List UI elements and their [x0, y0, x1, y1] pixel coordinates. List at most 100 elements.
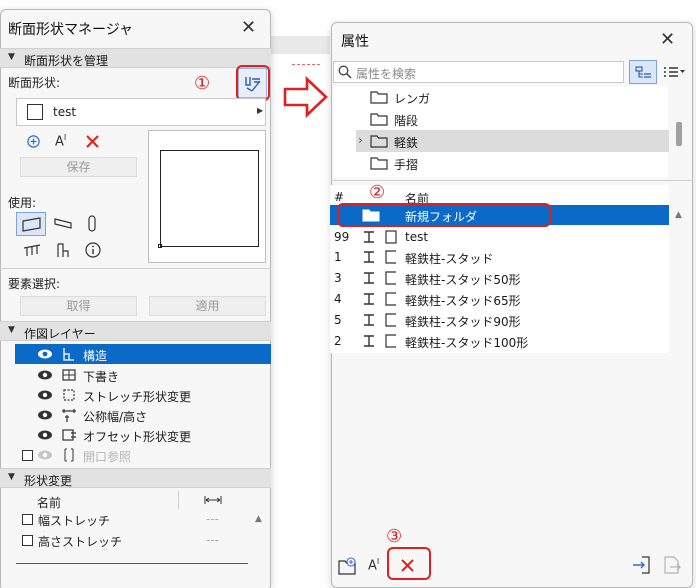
profile-swatch	[27, 104, 43, 120]
folder-row-light-steel[interactable]: › 軽鉄	[356, 130, 669, 152]
column-divider	[178, 491, 179, 509]
folder-row-handrail[interactable]: 手摺	[356, 152, 669, 174]
folder-label: レンガ	[394, 92, 431, 106]
attribute-search-input[interactable]: 属性を検索	[333, 61, 624, 83]
beam-icon[interactable]	[53, 216, 73, 231]
eye-icon[interactable]	[37, 448, 53, 462]
chevron-right-icon[interactable]: ›	[358, 133, 363, 147]
modify-row-value: ---	[206, 533, 219, 547]
attribute-name: test	[405, 230, 429, 244]
attribute-name: 軽鉄柱-スタッド90形	[405, 315, 521, 329]
folder-icon	[370, 91, 388, 104]
use-wall-button[interactable]	[16, 212, 46, 236]
attributes-title: 属性	[341, 34, 369, 50]
folder-label: 階段	[394, 114, 419, 128]
column-beam-icon	[364, 335, 374, 347]
modify-checkbox[interactable]	[22, 535, 33, 546]
collapse-triangle-icon: ▼	[8, 52, 15, 62]
folder-scrollbar[interactable]	[676, 122, 682, 146]
layer-row-draft[interactable]: 下書き	[15, 365, 271, 385]
attribute-row[interactable]: 3 軽鉄柱-スタッド50形	[330, 268, 669, 288]
layer-label: 下書き	[83, 370, 120, 384]
scroll-up-icon[interactable]: ▲	[675, 210, 682, 220]
manage-section-header[interactable]: ▼ 断面形状を管理	[0, 48, 271, 68]
layer-row-opening[interactable]: 開口参照	[15, 445, 271, 465]
new-folder-icon[interactable]	[338, 557, 358, 575]
scroll-up-icon[interactable]: ▲	[255, 514, 262, 524]
column-beam-icon	[364, 272, 374, 284]
step-marker-2: ②	[369, 182, 386, 203]
rename-icon[interactable]: AI	[368, 557, 379, 573]
column-beam-icon	[364, 251, 374, 263]
layer-checkbox[interactable]	[22, 450, 33, 461]
search-icon	[338, 65, 352, 79]
section-manager-title: 断面形状マネージャ	[8, 22, 134, 38]
get-button[interactable]: 取得	[20, 296, 137, 316]
import-icon[interactable]	[632, 555, 652, 575]
modify-list-bottom-line	[16, 563, 248, 564]
object-icon[interactable]	[55, 242, 71, 258]
folder-row-stairs[interactable]: 階段	[356, 108, 669, 130]
attribute-number: 5	[334, 313, 342, 327]
nominal-layer-icon	[62, 409, 76, 422]
opening-layer-icon	[64, 448, 74, 462]
folder-label: 軽鉄	[394, 136, 419, 150]
attribute-row[interactable]: 2 軽鉄柱-スタッド100形	[330, 331, 669, 351]
modify-section-header[interactable]: ▼ 形状変更	[0, 468, 271, 488]
folder-view-button[interactable]	[629, 60, 657, 84]
profile-select[interactable]: test ▶	[16, 98, 266, 126]
eye-icon[interactable]	[37, 388, 53, 402]
export-icon[interactable]	[663, 555, 681, 575]
modify-row-label: 高さストレッチ	[38, 535, 123, 549]
eye-icon[interactable]	[37, 368, 53, 382]
attribute-row[interactable]: 4 軽鉄柱-スタッド65形	[330, 289, 669, 309]
highlight-box-2	[337, 203, 551, 227]
layer-row-structure[interactable]: 構造	[15, 344, 271, 364]
arrow-right-icon	[283, 76, 328, 118]
profile-value: test	[53, 105, 77, 119]
step-marker-1: ①	[194, 73, 211, 94]
background-strip	[270, 36, 330, 54]
collapse-triangle-icon: ▼	[8, 472, 15, 482]
highlight-box-1	[236, 65, 270, 101]
rename-icon[interactable]: AI	[55, 133, 66, 149]
layers-section-label: 作図レイヤー	[24, 327, 96, 341]
add-icon[interactable]	[27, 135, 40, 148]
delete-icon[interactable]	[85, 134, 100, 149]
profile-preview	[148, 130, 266, 263]
close-icon[interactable]: ✕	[241, 19, 256, 37]
attribute-row[interactable]: 99 test	[330, 227, 669, 247]
layer-row-nominal[interactable]: 公称幅/高さ	[15, 405, 271, 425]
column-beam-icon	[364, 314, 374, 326]
eye-icon[interactable]	[37, 408, 53, 422]
layer-row-offset[interactable]: オフセット形状変更	[15, 425, 271, 445]
railing-icon[interactable]	[23, 243, 41, 257]
attribute-name: 軽鉄柱-スタッド65形	[405, 294, 521, 308]
attribute-row[interactable]: 1 軽鉄柱-スタッド	[330, 247, 669, 267]
eye-icon[interactable]	[37, 428, 53, 442]
element-select-label: 要素選択:	[8, 277, 61, 291]
folder-tree-icon	[635, 66, 651, 78]
layers-section-header[interactable]: ▼ 作図レイヤー	[0, 321, 271, 341]
layer-label: ストレッチ形状変更	[83, 390, 192, 404]
folder-row-brick[interactable]: レンガ	[356, 86, 669, 108]
info-icon[interactable]	[85, 242, 101, 258]
attribute-row[interactable]: 5 軽鉄柱-スタッド90形	[330, 310, 669, 330]
layer-label: オフセット形状変更	[83, 430, 192, 444]
close-icon[interactable]: ✕	[660, 31, 675, 49]
attribute-number: 2	[334, 334, 342, 348]
attribute-name: 軽鉄柱-スタッド100形	[405, 336, 529, 350]
layer-row-stretch[interactable]: ストレッチ形状変更	[15, 385, 271, 405]
column-icon[interactable]	[86, 215, 98, 232]
modify-column-name: 名前	[37, 496, 62, 510]
apply-button[interactable]: 適用	[149, 296, 266, 316]
eye-icon[interactable]	[37, 347, 53, 361]
c-channel-icon	[385, 271, 396, 285]
modify-checkbox[interactable]	[22, 514, 33, 525]
divider	[0, 268, 271, 269]
save-button[interactable]: 保存	[20, 157, 137, 177]
attribute-number: 1	[334, 250, 342, 264]
list-menu-icon[interactable]	[663, 66, 685, 78]
chevron-right-icon: ▶	[257, 106, 264, 115]
layer-label: 公称幅/高さ	[83, 410, 148, 424]
